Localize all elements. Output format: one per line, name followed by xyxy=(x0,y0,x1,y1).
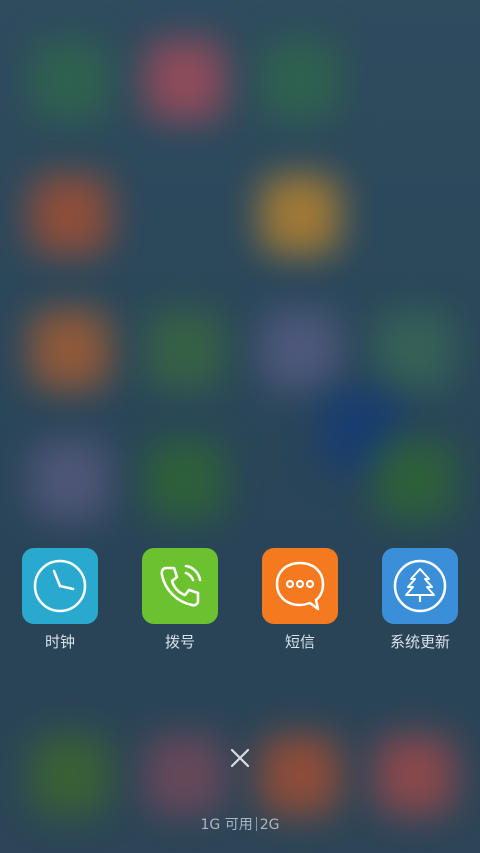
app-system-update[interactable]: 系统更新 xyxy=(370,548,470,651)
message-icon[interactable] xyxy=(262,548,338,624)
memory-total: 2G xyxy=(259,817,280,833)
app-label: 时钟 xyxy=(44,633,75,651)
app-dialer[interactable]: 拨号 xyxy=(130,548,230,651)
blurred-app xyxy=(145,735,225,815)
blurred-app xyxy=(145,40,225,120)
blurred-app xyxy=(260,175,340,255)
app-label: 系统更新 xyxy=(389,633,450,651)
blurred-app xyxy=(375,310,455,390)
tree-update-icon[interactable] xyxy=(382,548,458,624)
recent-apps-row: 时钟 拨号 短信 系统更新 xyxy=(0,548,480,658)
blurred-app xyxy=(30,40,110,120)
app-label: 短信 xyxy=(284,633,315,651)
blurred-app xyxy=(375,735,455,815)
blurred-app xyxy=(260,310,340,390)
blurred-app xyxy=(260,735,340,815)
memory-status: 1G 可用 2G xyxy=(0,815,480,835)
app-messages[interactable]: 短信 xyxy=(250,548,350,651)
blurred-app xyxy=(145,310,225,390)
blurred-app xyxy=(375,440,455,520)
clock-icon[interactable] xyxy=(22,548,98,624)
blurred-app xyxy=(30,310,110,390)
blurred-app xyxy=(30,175,110,255)
memory-separator xyxy=(255,817,257,831)
blurred-home-background xyxy=(0,0,480,853)
blurred-app xyxy=(30,735,110,815)
close-all-button[interactable] xyxy=(220,738,260,778)
blurred-app xyxy=(30,440,110,520)
blurred-app xyxy=(260,40,340,120)
memory-available: 1G 可用 xyxy=(200,817,253,833)
phone-icon[interactable] xyxy=(142,548,218,624)
app-clock[interactable]: 时钟 xyxy=(10,548,110,651)
blurred-app xyxy=(145,440,225,520)
close-icon[interactable] xyxy=(229,747,251,769)
app-label: 拨号 xyxy=(164,633,195,651)
